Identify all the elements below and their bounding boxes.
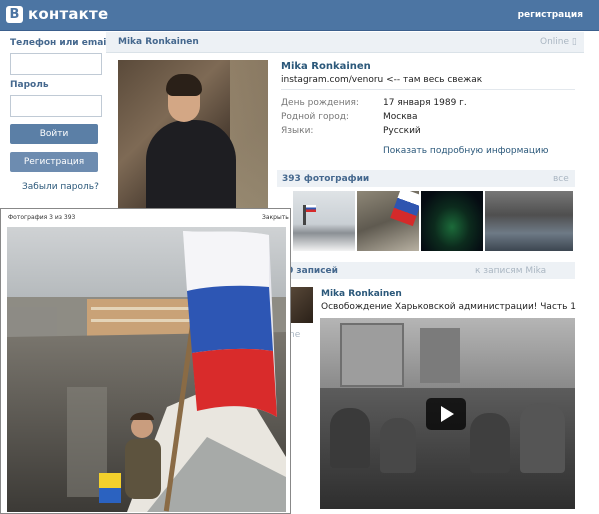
viewer-photo[interactable] <box>7 227 286 512</box>
kharkiv-square-photo <box>7 227 286 512</box>
photo-thumbnail[interactable] <box>293 191 355 251</box>
photo-thumbnail[interactable] <box>357 191 419 251</box>
hometown-value[interactable]: Москва <box>383 112 417 122</box>
photos-all-link[interactable]: все <box>553 174 569 184</box>
profile-avatar[interactable] <box>118 60 268 210</box>
profile-name: Mika Ronkainen <box>281 61 371 72</box>
phone-icon: ▯ <box>571 37 577 47</box>
to-posts-link[interactable]: к записям Mika <box>475 266 546 276</box>
birthday-value[interactable]: 17 января 1989 г. <box>383 98 467 108</box>
online-status: Online ▯ <box>540 37 577 47</box>
email-field[interactable] <box>10 53 102 75</box>
photo-thumbnail[interactable] <box>421 191 483 251</box>
posts-title[interactable]: 0 записей <box>287 266 338 276</box>
languages-value[interactable]: Русский <box>383 126 421 136</box>
email-label: Телефон или email <box>10 38 110 48</box>
show-more-info-link[interactable]: Показать подробную информацию <box>383 146 548 156</box>
languages-label: Языки: <box>281 126 314 136</box>
profile-bar-name: Mika Ronkainen <box>118 37 199 47</box>
divider <box>281 89 575 90</box>
vk-logo-icon[interactable]: B <box>6 6 23 23</box>
photo-thumbnail[interactable] <box>485 191 573 251</box>
post-text: Освобождение Харьковской администрации! … <box>321 302 577 312</box>
forgot-password-link[interactable]: Забыли пароль? <box>22 182 99 192</box>
profile-status: instagram.com/venoru <-- там весь свежак <box>281 75 483 85</box>
login-button[interactable]: Войти <box>10 124 98 144</box>
photo-viewer-close-link[interactable]: Закрыть <box>262 214 289 221</box>
play-icon <box>441 406 454 422</box>
password-field[interactable] <box>10 95 102 117</box>
photo-counter: Фотография 3 из 393 <box>8 214 76 221</box>
password-label: Пароль <box>10 80 49 90</box>
post-author[interactable]: Mika Ronkainen <box>321 289 402 299</box>
logo-text[interactable]: контакте <box>28 5 108 23</box>
photos-title[interactable]: 393 фотографии <box>282 174 369 184</box>
birthday-label: День рождения: <box>281 98 359 108</box>
register-button[interactable]: Регистрация <box>10 152 98 172</box>
header-register-link[interactable]: регистрация <box>518 10 583 20</box>
hometown-label: Родной город: <box>281 112 349 122</box>
